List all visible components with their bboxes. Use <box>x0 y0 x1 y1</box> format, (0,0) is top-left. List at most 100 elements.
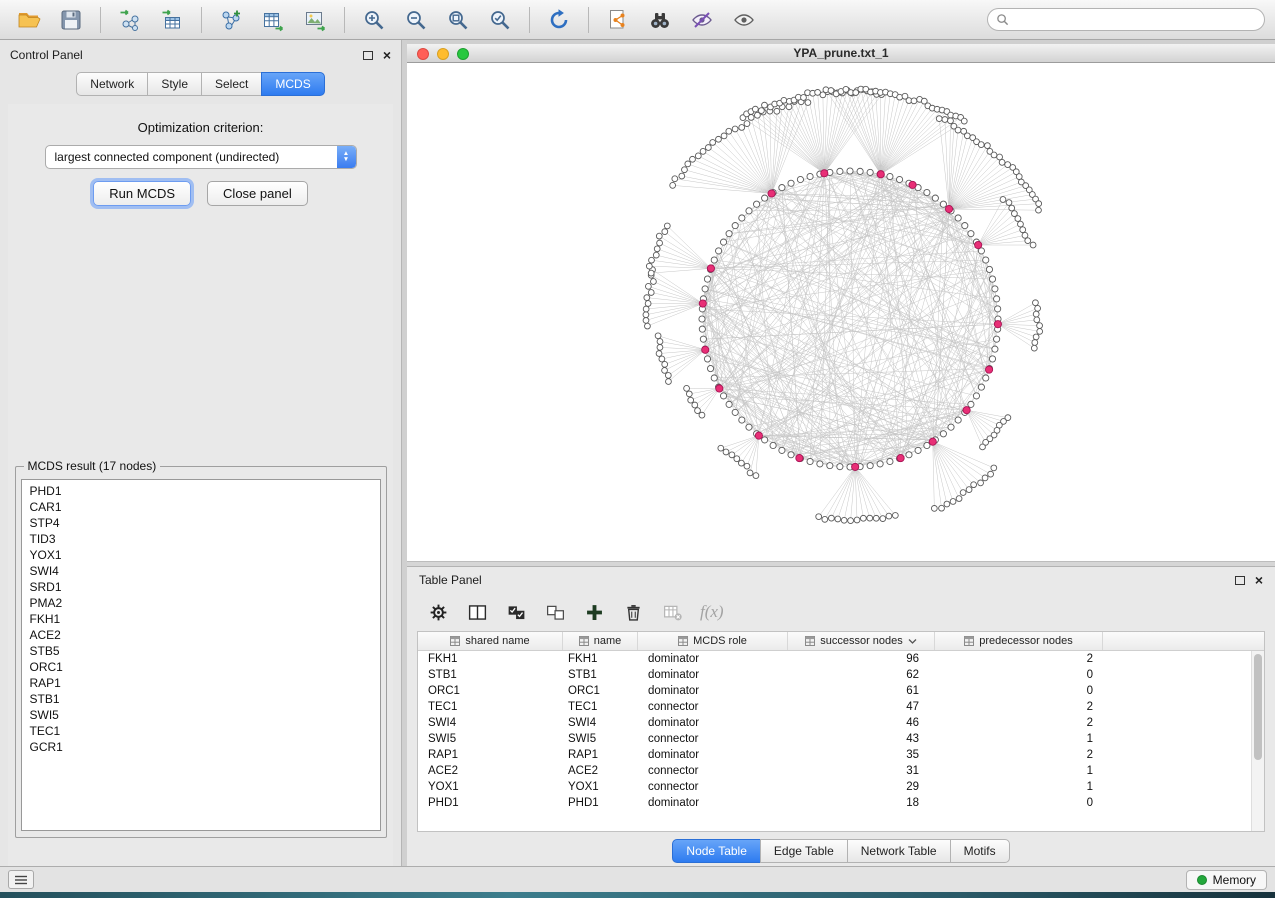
table-cell: SWI5 <box>563 733 638 745</box>
apply-layout-button[interactable] <box>540 4 578 36</box>
export-image-icon <box>303 8 327 32</box>
select-all-button[interactable] <box>501 597 531 627</box>
table-panel-header: Table Panel × <box>407 567 1275 593</box>
maximize-window-icon[interactable] <box>457 48 469 60</box>
hide-graphics-details-button[interactable] <box>683 4 721 36</box>
column-header-mcds-role[interactable]: MCDS role <box>638 632 788 650</box>
column-header-predecessor-nodes[interactable]: predecessor nodes <box>935 632 1103 650</box>
zoom-fit-button[interactable] <box>439 4 477 36</box>
zoom-out-button[interactable] <box>397 4 435 36</box>
new-network-button[interactable] <box>212 4 250 36</box>
column-header-successor-nodes[interactable]: successor nodes <box>788 632 935 650</box>
criterion-select[interactable]: largest connected component (undirected)… <box>45 145 357 169</box>
status-menu-button[interactable] <box>8 870 34 889</box>
run-mcds-button[interactable]: Run MCDS <box>93 181 191 206</box>
sort-icon <box>964 636 974 646</box>
zoom-in-icon <box>362 8 386 32</box>
search-network-button[interactable] <box>641 4 679 36</box>
table-toolbar: f(x) <box>407 593 1275 631</box>
table-cell: ORC1 <box>563 685 638 697</box>
mcds-result-item[interactable]: RAP1 <box>22 675 380 691</box>
sort-icon <box>579 636 589 646</box>
zoom-selected-button[interactable] <box>481 4 519 36</box>
tab-motifs[interactable]: Motifs <box>950 839 1010 863</box>
export-table-button[interactable] <box>254 4 292 36</box>
table-row[interactable]: ORC1ORC1dominator610 <box>418 683 1264 699</box>
table-row[interactable]: TEC1TEC1connector472 <box>418 699 1264 715</box>
network-canvas[interactable] <box>407 63 1275 561</box>
table-cell: 62 <box>788 669 935 681</box>
create-column-button[interactable] <box>579 597 609 627</box>
mcds-result-item[interactable]: ORC1 <box>22 659 380 675</box>
show-column-panel-button[interactable] <box>462 597 492 627</box>
scrollbar-thumb[interactable] <box>1254 654 1262 760</box>
mcds-result-item[interactable]: STB1 <box>22 691 380 707</box>
save-session-button[interactable] <box>52 4 90 36</box>
table-settings-button[interactable] <box>423 597 453 627</box>
mcds-result-item[interactable]: TEC1 <box>22 723 380 739</box>
tab-select[interactable]: Select <box>201 72 262 96</box>
column-label: predecessor nodes <box>979 635 1073 647</box>
export-document-button[interactable] <box>599 4 637 36</box>
mcds-result-item[interactable]: CAR1 <box>22 499 380 515</box>
table-scrollbar[interactable] <box>1251 651 1264 831</box>
show-graphics-details-button[interactable] <box>725 4 763 36</box>
mcds-result-group: MCDS result (17 nodes) PHD1CAR1STP4TID3Y… <box>15 466 387 838</box>
tab-network[interactable]: Network <box>76 72 148 96</box>
table-cell: FKH1 <box>563 653 638 665</box>
export-image-button[interactable] <box>296 4 334 36</box>
delete-column-button[interactable] <box>618 597 648 627</box>
tab-mcds[interactable]: MCDS <box>261 72 324 96</box>
mcds-result-item[interactable]: SRD1 <box>22 579 380 595</box>
mcds-result-item[interactable]: SWI5 <box>22 707 380 723</box>
tab-edge-table[interactable]: Edge Table <box>760 839 848 863</box>
mcds-result-item[interactable]: STB5 <box>22 643 380 659</box>
memory-button[interactable]: Memory <box>1186 870 1267 890</box>
table-row[interactable]: YOX1YOX1connector291 <box>418 779 1264 795</box>
tab-style[interactable]: Style <box>147 72 202 96</box>
table-row[interactable]: RAP1RAP1dominator352 <box>418 747 1264 763</box>
table-row[interactable]: STB1STB1dominator620 <box>418 667 1264 683</box>
table-row[interactable]: PHD1PHD1dominator180 <box>418 795 1264 811</box>
search-input[interactable] <box>1014 13 1256 27</box>
table-cell: 0 <box>935 669 1103 681</box>
column-header-name[interactable]: name <box>563 632 638 650</box>
mcds-result-item[interactable]: YOX1 <box>22 547 380 563</box>
node-table: shared name name MCDS role successo <box>417 631 1265 832</box>
unselect-all-button[interactable] <box>540 597 570 627</box>
zoom-in-button[interactable] <box>355 4 393 36</box>
mcds-result-item[interactable]: PHD1 <box>22 483 380 499</box>
table-cell: PHD1 <box>418 797 563 809</box>
open-session-button[interactable] <box>10 4 48 36</box>
tab-network-table[interactable]: Network Table <box>847 839 951 863</box>
import-network-button[interactable] <box>111 4 149 36</box>
table-cell: TEC1 <box>418 701 563 713</box>
mcds-result-list[interactable]: PHD1CAR1STP4TID3YOX1SWI4SRD1PMA2FKH1ACE2… <box>21 479 381 831</box>
tab-node-table[interactable]: Node Table <box>672 839 761 863</box>
close-panel-icon[interactable]: × <box>383 50 391 60</box>
table-cell: SWI4 <box>418 717 563 729</box>
table-cell: 1 <box>935 765 1103 777</box>
network-window-titlebar[interactable]: YPA_prune.txt_1 <box>407 44 1275 63</box>
close-panel-button[interactable]: Close panel <box>207 181 308 206</box>
desktop-wallpaper-strip <box>0 892 1275 898</box>
close-panel-icon[interactable]: × <box>1255 575 1263 585</box>
table-row[interactable]: SWI4SWI4dominator462 <box>418 715 1264 731</box>
mcds-result-item[interactable]: ACE2 <box>22 627 380 643</box>
mcds-result-item[interactable]: GCR1 <box>22 739 380 755</box>
float-panel-icon[interactable] <box>363 51 373 60</box>
table-row[interactable]: FKH1FKH1dominator962 <box>418 651 1264 667</box>
mcds-result-item[interactable]: TID3 <box>22 531 380 547</box>
close-window-icon[interactable] <box>417 48 429 60</box>
float-panel-icon[interactable] <box>1235 576 1245 585</box>
mcds-result-item[interactable]: FKH1 <box>22 611 380 627</box>
table-row[interactable]: SWI5SWI5connector431 <box>418 731 1264 747</box>
mcds-result-item[interactable]: SWI4 <box>22 563 380 579</box>
node-table-body: FKH1FKH1dominator962STB1STB1dominator620… <box>418 651 1264 831</box>
table-row[interactable]: ACE2ACE2connector311 <box>418 763 1264 779</box>
mcds-result-item[interactable]: STP4 <box>22 515 380 531</box>
column-header-shared-name[interactable]: shared name <box>418 632 563 650</box>
mcds-result-item[interactable]: PMA2 <box>22 595 380 611</box>
import-table-button[interactable] <box>153 4 191 36</box>
minimize-window-icon[interactable] <box>437 48 449 60</box>
